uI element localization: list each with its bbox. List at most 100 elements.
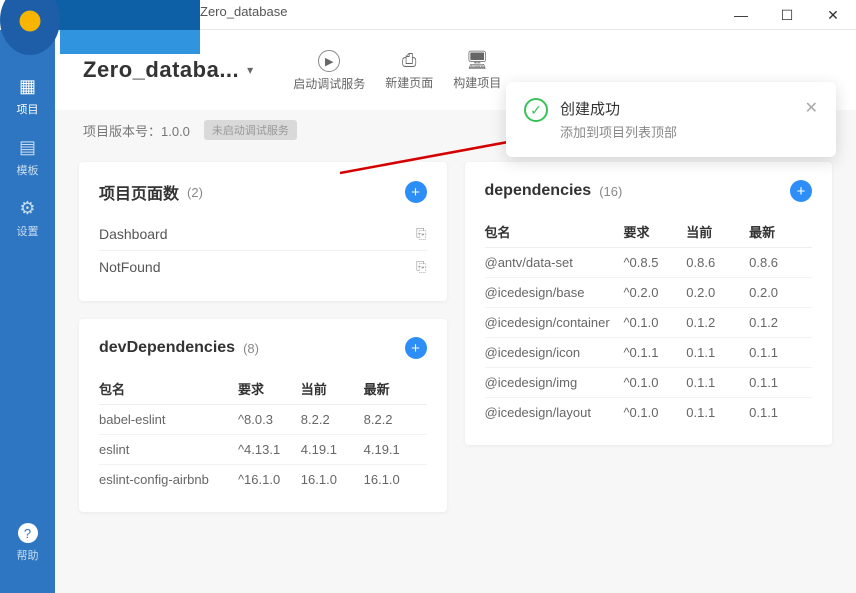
- dep-req: ^16.1.0: [238, 465, 301, 495]
- dep-name: @icedesign/base: [485, 278, 624, 308]
- deps-table: 包名要求当前最新 @antv/data-set^0.8.50.8.60.8.6@…: [485, 216, 813, 427]
- card-title: devDependencies: [99, 339, 235, 357]
- table-row: @icedesign/container^0.1.00.1.20.1.2: [485, 308, 813, 338]
- table-row: eslint^4.13.14.19.14.19.1: [99, 435, 427, 465]
- sidebar-item-label: 帮助: [17, 547, 39, 563]
- table-row: @icedesign/icon^0.1.10.1.10.1.1: [485, 338, 813, 368]
- dep-req: ^0.2.0: [623, 278, 686, 308]
- version-label: 项目版本号：1.0.0: [83, 121, 190, 140]
- dep-name: @icedesign/icon: [485, 338, 624, 368]
- table-header: 要求: [623, 216, 686, 248]
- dep-req: ^0.1.1: [623, 338, 686, 368]
- sidebar-item-label: 模板: [17, 162, 39, 178]
- template-icon: ▤: [19, 137, 36, 158]
- project-icon: ▦: [19, 76, 36, 97]
- build-icon: 🖥: [466, 50, 489, 71]
- title-band-2: [60, 30, 200, 54]
- play-icon: ▶: [318, 50, 340, 72]
- dep-current: 0.1.2: [686, 308, 749, 338]
- card-count: (2): [187, 185, 203, 200]
- dep-req: ^0.1.0: [623, 398, 686, 428]
- sidebar-item-label: 项目: [17, 101, 39, 117]
- dep-req: ^8.0.3: [238, 405, 301, 435]
- toast-title: 创建成功: [560, 98, 793, 119]
- project-title: Zero_databa...: [83, 57, 239, 83]
- dep-name: @icedesign/layout: [485, 398, 624, 428]
- dep-name: @icedesign/container: [485, 308, 624, 338]
- dep-name: babel-eslint: [99, 405, 238, 435]
- window-controls: — ☐ ✕: [718, 0, 856, 30]
- gear-icon: ⚙: [19, 198, 35, 219]
- dep-current: 0.2.0: [686, 278, 749, 308]
- table-header: 最新: [749, 216, 812, 248]
- title-band: [50, 0, 200, 30]
- dep-req: ^0.1.0: [623, 368, 686, 398]
- dep-req: ^4.13.1: [238, 435, 301, 465]
- table-row: babel-eslint^8.0.38.2.28.2.2: [99, 405, 427, 435]
- dep-req: ^0.1.0: [623, 308, 686, 338]
- table-row: @icedesign/img^0.1.00.1.10.1.1: [485, 368, 813, 398]
- dep-name: @icedesign/img: [485, 368, 624, 398]
- dep-current: 0.1.1: [686, 368, 749, 398]
- page-action-icon[interactable]: ⎘: [416, 226, 426, 242]
- dep-latest: 16.1.0: [364, 465, 427, 495]
- table-header: 当前: [686, 216, 749, 248]
- action-label: 新建页面: [385, 74, 433, 91]
- page-name: NotFound: [99, 259, 160, 275]
- toast-close-button[interactable]: ✕: [805, 98, 818, 118]
- page-action-icon[interactable]: ⎘: [416, 259, 426, 275]
- dep-latest: 0.1.1: [749, 338, 812, 368]
- deps-card: dependencies (16) + 包名要求当前最新 @antv/data-…: [465, 162, 833, 445]
- dep-current: 0.1.1: [686, 398, 749, 428]
- dep-latest: 0.1.1: [749, 368, 812, 398]
- project-dropdown-caret[interactable]: ▾: [247, 63, 253, 77]
- dep-name: eslint-config-airbnb: [99, 465, 238, 495]
- start-debug-button[interactable]: ▶ 启动调试服务: [293, 48, 365, 92]
- page-row[interactable]: NotFound ⎘: [99, 251, 427, 283]
- build-project-button[interactable]: 🖥 构建项目: [453, 48, 501, 92]
- sidebar-item-help[interactable]: ? 帮助: [0, 513, 55, 573]
- add-page-button[interactable]: +: [405, 181, 427, 203]
- dep-latest: 0.1.1: [749, 398, 812, 428]
- dep-latest: 0.2.0: [749, 278, 812, 308]
- table-row: eslint-config-airbnb^16.1.016.1.016.1.0: [99, 465, 427, 495]
- content-grid: 项目页面数 (2) + Dashboard ⎘ NotFound ⎘ devDepen…: [55, 150, 856, 524]
- devdeps-card: devDependencies (8) + 包名要求当前最新 babel-esl…: [79, 319, 447, 512]
- table-header: 包名: [485, 216, 624, 248]
- action-label: 启动调试服务: [293, 75, 365, 92]
- maximize-button[interactable]: ☐: [764, 0, 810, 30]
- dep-current: 0.8.6: [686, 248, 749, 278]
- action-label: 构建项目: [453, 74, 501, 91]
- card-count: (8): [243, 341, 259, 356]
- sidebar: ▦ 项目 ▤ 模板 ⚙ 设置 ? 帮助: [0, 30, 55, 593]
- devdeps-table: 包名要求当前最新 babel-eslint^8.0.38.2.28.2.2esl…: [99, 373, 427, 494]
- dep-latest: 0.8.6: [749, 248, 812, 278]
- card-title: 项目页面数: [99, 180, 179, 204]
- success-toast: ✓ 创建成功 添加到项目列表顶部 ✕: [506, 82, 836, 157]
- add-dep-button[interactable]: +: [790, 180, 812, 202]
- dep-current: 8.2.2: [301, 405, 364, 435]
- minimize-button[interactable]: —: [718, 0, 764, 30]
- sidebar-item-label: 设置: [17, 223, 39, 239]
- left-column: 项目页面数 (2) + Dashboard ⎘ NotFound ⎘ devDepen…: [79, 162, 447, 512]
- close-button[interactable]: ✕: [810, 0, 856, 30]
- sidebar-item-template[interactable]: ▤ 模板: [0, 127, 55, 188]
- table-header: 包名: [99, 373, 238, 405]
- sidebar-item-settings[interactable]: ⚙ 设置: [0, 188, 55, 249]
- table-row: @antv/data-set^0.8.50.8.60.8.6: [485, 248, 813, 278]
- add-devdep-button[interactable]: +: [405, 337, 427, 359]
- titlebar: Zero_database — ☐ ✕: [0, 0, 856, 30]
- new-page-button[interactable]: ⎙ 新建页面: [385, 48, 433, 92]
- debug-status-badge: 未启动调试服务: [204, 120, 297, 140]
- dep-name: @antv/data-set: [485, 248, 624, 278]
- help-icon: ?: [18, 523, 38, 543]
- window-title: Zero_database: [200, 4, 287, 19]
- newpage-icon: ⎙: [402, 50, 416, 71]
- page-row[interactable]: Dashboard ⎘: [99, 218, 427, 251]
- sidebar-item-project[interactable]: ▦ 项目: [0, 66, 55, 127]
- dep-req: ^0.8.5: [623, 248, 686, 278]
- page-name: Dashboard: [99, 226, 168, 242]
- table-row: @icedesign/layout^0.1.00.1.10.1.1: [485, 398, 813, 428]
- pages-card: 项目页面数 (2) + Dashboard ⎘ NotFound ⎘: [79, 162, 447, 301]
- table-header: 当前: [301, 373, 364, 405]
